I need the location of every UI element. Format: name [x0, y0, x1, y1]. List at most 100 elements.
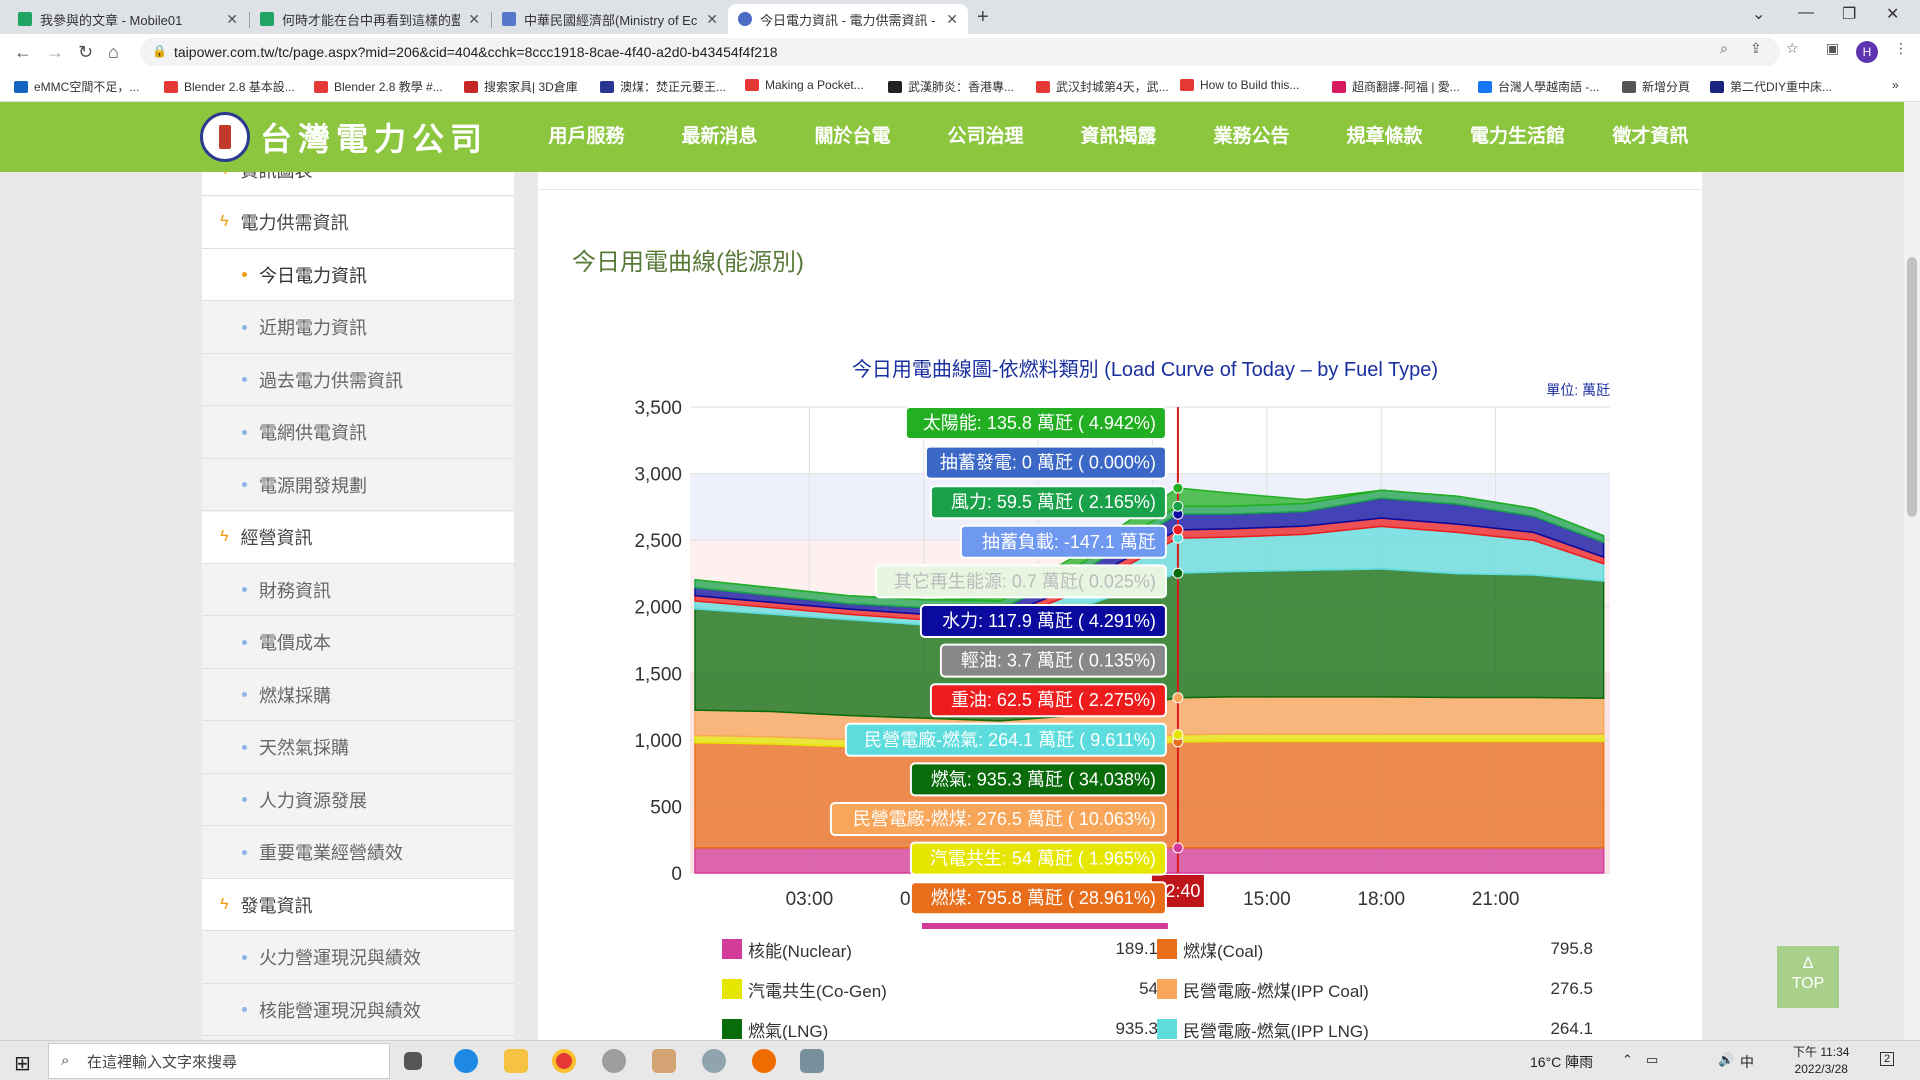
back-to-top-button[interactable]: ∆ TOP	[1777, 946, 1839, 1008]
browser-tab[interactable]: 中華民國經濟部(Ministry of Econ ✕	[492, 4, 728, 34]
browser-tab[interactable]: 我參與的文章 - Mobile01 ✕	[8, 4, 248, 34]
nav-item[interactable]: 規章條款	[1318, 102, 1451, 172]
weather-text[interactable]: 16°C 陣雨	[1530, 1052, 1593, 1072]
nav-item[interactable]: 最新消息	[653, 102, 786, 172]
app-icon[interactable]	[702, 1049, 726, 1073]
legend-entry[interactable]: 燃煤(Coal) 795.8	[1157, 936, 1593, 962]
windows-start-icon[interactable]: ⊞	[14, 1051, 31, 1076]
file-explorer-icon[interactable]	[504, 1049, 528, 1073]
bookmark-item[interactable]: 台灣人學越南語 -...	[1478, 78, 1599, 95]
app-icon[interactable]	[602, 1049, 626, 1073]
nav-item[interactable]: 用戶服務	[520, 102, 653, 172]
blender-icon[interactable]	[752, 1049, 776, 1073]
nav-item[interactable]: 電力生活館	[1451, 102, 1584, 172]
tray-chevron-icon[interactable]: ⌃	[1622, 1052, 1633, 1068]
maximize-icon[interactable]: ❐	[1842, 4, 1856, 24]
sidebar-item[interactable]: 電網供電資訊	[202, 407, 514, 459]
close-tab-icon[interactable]: ✕	[706, 11, 718, 28]
url-field[interactable]: 🔒 taipower.com.tw/tc/page.aspx?mid=206&c…	[140, 38, 1780, 66]
new-tab-icon[interactable]: +	[977, 6, 989, 29]
bookmark-item[interactable]: Blender 2.8 基本設...	[164, 78, 295, 95]
legend-entry[interactable]: 民營電廠-燃氣(IPP LNG) 264.1	[1157, 1016, 1593, 1042]
bookmark-item[interactable]: 新增分頁	[1622, 78, 1690, 95]
bookmark-item[interactable]: 武汉封城第4天，武...	[1036, 78, 1169, 95]
nav-item[interactable]: 資訊揭露	[1052, 102, 1185, 186]
sidebar-section[interactable]: ϟ 電力供需資訊	[202, 196, 514, 249]
page-scrollbar[interactable]	[1904, 102, 1920, 1040]
system-clock[interactable]: 下午 11:34 2022/3/28	[1793, 1044, 1849, 1078]
sidebar-icon[interactable]: ▣	[1826, 40, 1839, 57]
more-bookmarks-icon[interactable]: »	[1892, 78, 1899, 92]
bullet-icon	[242, 849, 247, 855]
browser-tab-active[interactable]: 今日電力資訊 - 電力供需資訊 - 資 ✕	[728, 4, 968, 34]
taipower-logo[interactable]: 台灣電力公司	[200, 112, 488, 162]
sidebar-item[interactable]: 火力營運現況與績效	[202, 932, 514, 984]
sidebar-section[interactable]: ϟ 資訊圖表	[202, 172, 514, 196]
sidebar-item[interactable]: 財務資訊	[202, 564, 514, 616]
home-icon[interactable]: ⌂	[108, 42, 119, 63]
minimize-icon[interactable]: —	[1798, 4, 1814, 22]
app-icon[interactable]	[652, 1049, 676, 1073]
sidebar-item[interactable]: 電價成本	[202, 617, 514, 669]
chrome-icon[interactable]	[552, 1049, 576, 1073]
scroll-thumb[interactable]	[1907, 257, 1917, 517]
legend-entry[interactable]: 燃氣(LNG) 935.3	[722, 1016, 1158, 1042]
bookmark-item[interactable]: 第二代DIY重中床...	[1710, 78, 1832, 95]
sidebar-item[interactable]: 過去電力供需資訊	[202, 354, 514, 406]
bookmark-favicon-icon	[1332, 80, 1346, 93]
legend-swatch	[1157, 939, 1177, 959]
app-icon[interactable]	[800, 1049, 824, 1073]
lock-icon[interactable]: 🔒	[152, 44, 167, 58]
notification-icon[interactable]: 2	[1880, 1052, 1895, 1066]
legend-entry[interactable]: 汽電共生(Co-Gen) 54	[722, 976, 1158, 1002]
reload-icon[interactable]: ↻	[78, 42, 93, 63]
menu-icon[interactable]: ⋮	[1894, 40, 1908, 57]
tooltip-text: 水力: 117.9 萬瓩 ( 4.291%)	[942, 611, 1156, 631]
sidebar: ϟ 資訊圖表 ϟ 電力供需資訊今日電力資訊近期電力資訊過去電力供需資訊電網供電資訊電源…	[202, 172, 514, 1040]
nav-item[interactable]: 業務公告	[1185, 102, 1318, 172]
profile-avatar[interactable]: H	[1856, 41, 1878, 63]
bookmark-star-icon[interactable]: ☆	[1786, 40, 1799, 57]
tab-search-icon[interactable]: ⌄	[1752, 4, 1765, 24]
sidebar-item[interactable]: 人力資源發展	[202, 774, 514, 826]
close-tab-icon[interactable]: ✕	[946, 11, 958, 28]
edge-icon[interactable]	[454, 1049, 478, 1073]
sidebar-item[interactable]: 核能營運現況與績效	[202, 984, 514, 1036]
bookmark-item[interactable]: 搜索家具| 3D倉庫	[464, 78, 578, 95]
bookmark-item[interactable]: How to Build this...	[1180, 78, 1299, 92]
bookmark-item[interactable]: eMMC空間不足，...	[14, 78, 139, 95]
sidebar-section[interactable]: ϟ 經營資訊	[202, 511, 514, 564]
close-tab-icon[interactable]: ✕	[468, 11, 480, 28]
forward-icon[interactable]: →	[46, 42, 64, 63]
sidebar-item[interactable]: 今日電力資訊	[202, 249, 514, 301]
bookmark-item[interactable]: 澳煤：焚正元要王...	[600, 78, 726, 95]
bookmark-item[interactable]: 武漢肺炎：香港專...	[888, 78, 1014, 95]
sidebar-item[interactable]: 近期電力資訊	[202, 302, 514, 354]
sidebar-item[interactable]: 電源開發規劃	[202, 459, 514, 511]
back-icon[interactable]: ←	[14, 42, 32, 63]
bookmark-favicon-icon	[600, 80, 614, 93]
network-icon[interactable]: ▭	[1646, 1052, 1658, 1068]
volume-icon[interactable]: 🔊	[1718, 1052, 1734, 1068]
load-curve-chart[interactable]: 05001,0001,5002,0002,5003,0003,50003:000…	[600, 395, 1620, 935]
nav-item[interactable]: 關於台電	[786, 102, 919, 172]
close-window-icon[interactable]: ✕	[1886, 4, 1899, 24]
task-view-icon[interactable]	[404, 1052, 422, 1070]
share-icon[interactable]: ⇪	[1750, 40, 1762, 57]
sidebar-item[interactable]: 天然氣採購	[202, 722, 514, 774]
sidebar-section[interactable]: ϟ 發電資訊	[202, 879, 514, 931]
bookmark-item[interactable]: 超商翻譯-阿福 | 愛...	[1332, 78, 1460, 95]
bookmark-item[interactable]: Blender 2.8 教學 #...	[314, 78, 443, 95]
browser-tab[interactable]: 何時才能在台中再看到這樣的藍天 ✕	[250, 4, 490, 34]
legend-entry[interactable]: 核能(Nuclear) 189.1	[722, 936, 1158, 962]
nav-item[interactable]: 公司治理	[919, 102, 1052, 172]
bookmark-item[interactable]: Making a Pocket...	[745, 78, 864, 92]
ime-indicator[interactable]: 中	[1740, 1052, 1754, 1072]
taskbar-search-input[interactable]: ⌕ 在這裡輸入文字來搜尋	[48, 1043, 390, 1079]
nav-item[interactable]: 徵才資訊	[1584, 102, 1717, 172]
sidebar-item[interactable]: 重要電業經營績效	[202, 827, 514, 879]
legend-entry[interactable]: 民營電廠-燃煤(IPP Coal) 276.5	[1157, 976, 1593, 1002]
zoom-icon[interactable]: ⌕	[1720, 40, 1728, 57]
sidebar-item[interactable]: 燃煤採購	[202, 669, 514, 721]
close-tab-icon[interactable]: ✕	[226, 11, 238, 28]
